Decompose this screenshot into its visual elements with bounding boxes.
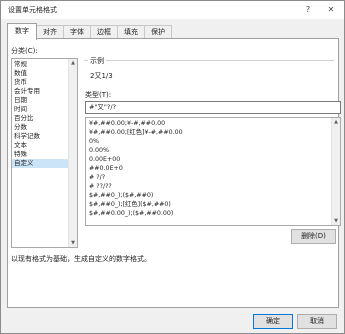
format-item[interactable]: ##0.0E+0 (89, 164, 123, 173)
category-item-special[interactable]: 特殊 (12, 150, 69, 159)
title-bar: 设置单元格格式 ? ✕ (1, 1, 344, 19)
scroll-down-icon[interactable]: ▼ (70, 240, 76, 246)
tab-border[interactable]: 边框 (90, 25, 118, 39)
format-item[interactable]: ¥#,##0.00;[红色]¥-#,##0.00 (89, 128, 183, 137)
number-tab-panel: 分类(C): 常规 数值 货币 会计专用 日期 时间 百分比 分数 科学记数 文… (7, 38, 341, 308)
category-item-general[interactable]: 常规 (12, 60, 69, 69)
category-item-currency[interactable]: 货币 (12, 78, 69, 87)
category-item-fraction[interactable]: 分数 (12, 123, 69, 132)
format-item[interactable]: $#,##0_);($#,##0) (89, 191, 153, 200)
category-item-time[interactable]: 时间 (12, 105, 69, 114)
category-item-scientific[interactable]: 科学记数 (12, 132, 69, 141)
category-item-custom[interactable]: 自定义 (12, 159, 69, 168)
category-scrollbar[interactable]: ▲ ▼ (68, 59, 77, 247)
dialog-title: 设置单元格格式 (8, 6, 57, 14)
type-input[interactable]: #"又"?/? (85, 101, 341, 114)
scroll-up-icon[interactable]: ▲ (333, 119, 339, 125)
ok-button[interactable]: 确定 (253, 314, 293, 329)
format-item[interactable]: $#,##0.00_);($#,##0.00) (89, 209, 173, 218)
format-item[interactable]: 0% (89, 137, 99, 146)
tab-font[interactable]: 字体 (63, 25, 91, 39)
category-item-date[interactable]: 日期 (12, 96, 69, 105)
cancel-button[interactable]: 取消 (297, 314, 337, 329)
format-item[interactable]: 0.00E+00 (89, 155, 120, 164)
help-icon[interactable]: ? (301, 3, 315, 17)
tab-protection[interactable]: 保护 (144, 25, 172, 39)
delete-button[interactable]: 删除(D) (291, 229, 336, 244)
format-item[interactable]: $#,##0_);[红色]($#,##0) (89, 200, 171, 209)
format-item[interactable]: # ??/?? (89, 182, 112, 191)
scroll-down-icon[interactable]: ▼ (333, 218, 339, 224)
format-code-list[interactable]: ¥#,##0.00;¥-#,##0.00 ¥#,##0.00;[红色]¥-#,#… (85, 117, 341, 226)
type-label: 类型(T): (85, 91, 112, 99)
sample-label: 示例 (88, 56, 106, 66)
format-item[interactable]: ¥#,##0.00;¥-#,##0.00 (89, 119, 165, 128)
format-item[interactable]: 0.00% (89, 146, 109, 155)
scroll-up-icon[interactable]: ▲ (70, 60, 76, 66)
sample-value: 2又1/3 (90, 72, 113, 80)
category-item-accounting[interactable]: 会计专用 (12, 87, 69, 96)
tab-fill[interactable]: 填充 (117, 25, 145, 39)
sample-group: 示例 2又1/3 (84, 56, 334, 83)
tab-alignment[interactable]: 对齐 (36, 25, 64, 39)
format-list-scrollbar[interactable]: ▲ ▼ (331, 118, 340, 225)
format-cells-dialog: 设置单元格格式 ? ✕ 数字 对齐 字体 边框 填充 保护 分类(C): 常规 … (0, 0, 345, 334)
category-list[interactable]: 常规 数值 货币 会计专用 日期 时间 百分比 分数 科学记数 文本 特殊 自定… (11, 58, 78, 248)
format-item[interactable]: # ?/? (89, 173, 105, 182)
category-item-number[interactable]: 数值 (12, 69, 69, 78)
category-item-text[interactable]: 文本 (12, 141, 69, 150)
tab-number[interactable]: 数字 (7, 23, 37, 40)
category-label: 分类(C): (11, 47, 38, 55)
description-text: 以现有格式为基础，生成自定义的数字格式。 (11, 255, 151, 263)
close-icon[interactable]: ✕ (324, 3, 338, 17)
category-item-percentage[interactable]: 百分比 (12, 114, 69, 123)
